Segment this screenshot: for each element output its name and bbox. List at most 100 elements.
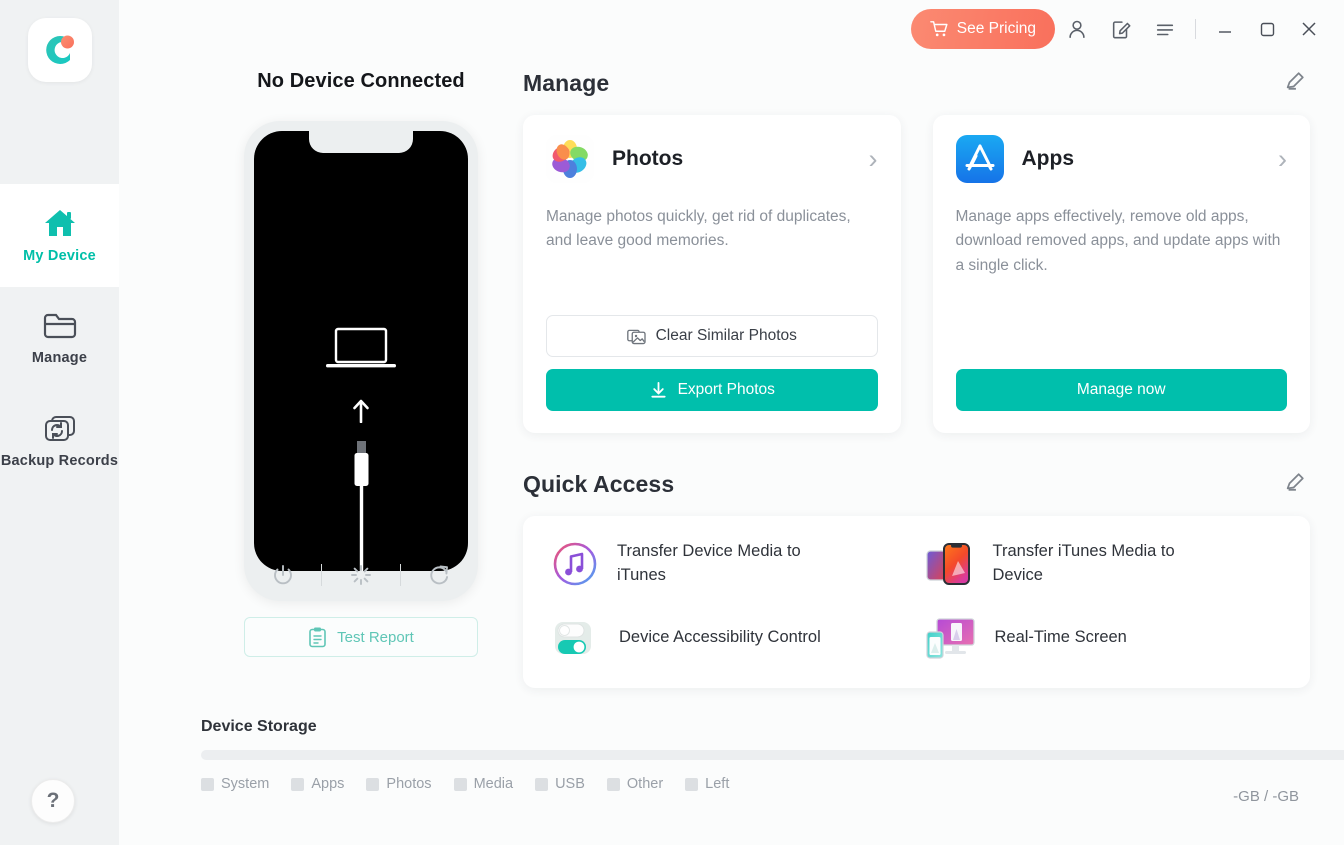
- chevron-right-icon[interactable]: ›: [1278, 145, 1287, 173]
- close-icon: [1302, 22, 1316, 36]
- card-title: Apps: [1021, 147, 1075, 170]
- card-title: Photos: [612, 147, 684, 170]
- legend-swatch: [291, 777, 305, 791]
- legend-swatch: [606, 777, 620, 791]
- help-label: ?: [46, 789, 60, 812]
- quick-access-item-transfer-device-media[interactable]: Transfer Device Media to iTunes: [551, 540, 909, 588]
- manage-section-header: Manage: [523, 66, 1310, 101]
- manage-card-photos[interactable]: Photos › Manage photos quickly, get rid …: [523, 115, 901, 433]
- chevron-right-icon[interactable]: ›: [869, 145, 878, 173]
- card-actions: Clear Similar Photos Export Photos: [546, 315, 878, 411]
- help-button[interactable]: ?: [31, 779, 75, 823]
- power-icon: [273, 565, 292, 585]
- legend-item: Apps: [291, 776, 344, 792]
- quick-access-item-real-time-screen[interactable]: Real-Time Screen: [925, 614, 1283, 662]
- quick-access-item-transfer-itunes-media[interactable]: Transfer iTunes Media to Device: [925, 540, 1283, 588]
- manage-cards: Photos › Manage photos quickly, get rid …: [523, 115, 1310, 433]
- legend-label: Media: [473, 776, 514, 792]
- menu-button[interactable]: [1143, 9, 1187, 49]
- manage-now-label: Manage now: [1076, 381, 1166, 398]
- itunes-icon: [553, 542, 597, 586]
- download-icon: [650, 381, 666, 398]
- storage-legend: System Apps Photos Media USB Other Left: [201, 776, 1344, 792]
- photo-stack-icon: [626, 329, 646, 344]
- refresh-button[interactable]: [415, 558, 463, 592]
- manage-now-button[interactable]: Manage now: [955, 369, 1287, 411]
- clean-storage-button[interactable]: [1337, 740, 1344, 789]
- minimize-icon: [1219, 31, 1231, 33]
- feedback-edit-icon: [1112, 21, 1131, 39]
- quick-access-section-header: Quick Access: [523, 467, 1310, 502]
- quick-access-item-label: Transfer iTunes Media to Device: [992, 542, 1175, 584]
- toggle-switch-icon: [555, 622, 591, 654]
- phone-mockup: [244, 121, 478, 601]
- test-report-button[interactable]: Test Report: [244, 617, 478, 657]
- quick-access-item-label: Transfer Device Media to iTunes: [617, 542, 801, 584]
- phones-transfer-icon: [925, 543, 970, 585]
- legend-label: Left: [705, 776, 730, 792]
- legend-swatch: [201, 777, 214, 791]
- sidebar-nav: My Device Manage Backup Records: [0, 184, 119, 493]
- quick-access-card: Transfer Device Media to iTunes Transfer…: [523, 516, 1310, 688]
- see-pricing-button[interactable]: See Pricing: [910, 9, 1055, 49]
- legend-item: USB: [535, 776, 585, 792]
- brightness-button[interactable]: [337, 558, 385, 592]
- quick-access-edit-button[interactable]: [1280, 467, 1310, 502]
- title-bar: See Pricing: [119, 0, 1344, 58]
- screen-mirror-icon: [925, 618, 975, 659]
- app-logo: [27, 18, 92, 82]
- home-icon: [44, 210, 75, 236]
- pencil-edit-icon: [1286, 72, 1304, 90]
- sidebar-item-label: Manage: [31, 350, 88, 366]
- clipboard-icon: [309, 627, 326, 647]
- legend-label: Apps: [311, 776, 345, 792]
- sidebar-item-my-device[interactable]: My Device: [0, 184, 119, 287]
- export-photos-button[interactable]: Export Photos: [546, 369, 878, 411]
- card-header: Photos ›: [546, 135, 878, 183]
- export-photos-label: Export Photos: [677, 381, 775, 398]
- backup-sync-icon: [44, 416, 75, 441]
- main-area: See Pricing No Device Connected Test Rep…: [119, 0, 1344, 845]
- manage-edit-button[interactable]: [1280, 66, 1310, 101]
- sidebar-item-label: Backup Records: [0, 453, 119, 469]
- card-description: Manage photos quickly, get rid of duplic…: [546, 208, 851, 250]
- app-window: My Device Manage Backup Records ? See Pr…: [0, 0, 1344, 845]
- legend-swatch: [453, 777, 467, 791]
- legend-label: Other: [626, 776, 664, 792]
- legend-item: Other: [606, 776, 664, 792]
- quick-access-item-device-accessibility[interactable]: Device Accessibility Control: [551, 614, 909, 662]
- sidebar-item-manage[interactable]: Manage: [0, 287, 119, 390]
- quick-access-title: Quick Access: [523, 471, 675, 497]
- circle-c-logo-icon: [45, 35, 74, 64]
- apple-photos-icon: [546, 135, 594, 183]
- legend-item: Media: [453, 776, 514, 792]
- manage-title: Manage: [523, 70, 610, 96]
- legend-label: USB: [555, 776, 585, 792]
- user-account-icon: [1069, 20, 1085, 39]
- power-button[interactable]: [259, 558, 307, 592]
- sidebar-item-label: My Device: [23, 248, 96, 264]
- sidebar-item-backup-records[interactable]: Backup Records: [0, 390, 119, 493]
- card-actions: Manage now: [955, 369, 1287, 411]
- maximize-button[interactable]: [1246, 9, 1288, 49]
- titlebar-divider: [1195, 19, 1196, 39]
- see-pricing-label: See Pricing: [956, 20, 1036, 37]
- minimize-button[interactable]: [1204, 9, 1246, 49]
- phone-controls: [244, 549, 478, 601]
- clear-similar-photos-button[interactable]: Clear Similar Photos: [546, 315, 878, 357]
- legend-swatch: [535, 777, 549, 791]
- sidebar: My Device Manage Backup Records ?: [0, 0, 119, 845]
- device-panel: No Device Connected Test Report: [201, 70, 521, 657]
- quick-access-item-label: Device Accessibility Control: [619, 628, 821, 647]
- phone-screen: [254, 131, 468, 571]
- close-button[interactable]: [1288, 9, 1330, 49]
- device-storage-section: Device Storage System Apps Photos Media …: [201, 718, 1344, 805]
- clear-similar-photos-label: Clear Similar Photos: [655, 327, 797, 344]
- folder-icon: [43, 313, 76, 339]
- manage-card-apps[interactable]: Apps › Manage apps effectively, remove o…: [932, 115, 1310, 433]
- feedback-button[interactable]: [1099, 9, 1143, 49]
- account-button[interactable]: [1055, 9, 1099, 49]
- brightness-icon: [351, 565, 371, 585]
- legend-item: Left: [685, 776, 729, 792]
- arrow-up-icon: [353, 399, 369, 423]
